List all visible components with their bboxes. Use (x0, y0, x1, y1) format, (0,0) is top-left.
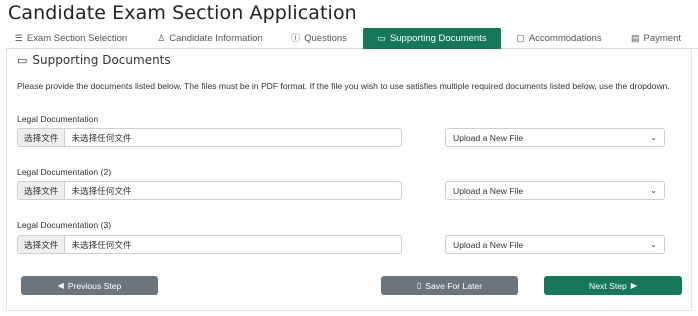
document-source-select[interactable]: Upload a New File ⌄ (445, 181, 665, 200)
question-circle-icon: ⓘ (291, 33, 301, 43)
next-step-label: Next Step (589, 280, 627, 291)
folder-icon: ▭ (377, 33, 386, 43)
select-value: Upload a New File (453, 185, 524, 196)
tab-exam-section-selection[interactable]: ☰ Exam Section Selection (12, 28, 130, 49)
folder-icon: ▭ (17, 53, 28, 67)
page-title: Candidate Exam Section Application (8, 2, 357, 24)
file-status: 未选择任何文件 (71, 239, 132, 250)
chevron-down-icon: ⌄ (650, 133, 657, 142)
choose-file-button[interactable]: 选择文件 (18, 182, 66, 199)
tab-accommodations[interactable]: ▢ Accommodations (511, 28, 607, 49)
select-value: Upload a New File (453, 132, 524, 143)
tab-label: Exam Section Selection (26, 33, 128, 44)
caret-right-icon: ▶ (630, 281, 637, 290)
caret-left-icon: ◀ (57, 281, 64, 290)
section-title: ▭ Supporting Documents (17, 53, 171, 67)
tab-label: Accommodations (528, 33, 602, 44)
tab-questions[interactable]: ⓘ Questions (288, 28, 350, 49)
chevron-down-icon: ⌄ (650, 186, 657, 195)
clipboard-icon: ▢ (516, 33, 525, 43)
select-value: Upload a New File (453, 239, 524, 250)
person-icon: ♙ (157, 33, 166, 43)
tab-payment[interactable]: ▤ Payment (624, 28, 688, 49)
step-tabs: ☰ Exam Section Selection ♙ Candidate Inf… (6, 28, 698, 49)
document-source-select[interactable]: Upload a New File ⌄ (445, 235, 665, 254)
bookmark-icon: ▯ (416, 281, 422, 290)
tab-label: Payment (643, 33, 682, 44)
file-input[interactable]: 选择文件 未选择任何文件 (17, 128, 402, 147)
chevron-down-icon: ⌄ (650, 240, 657, 249)
document-source-select[interactable]: Upload a New File ⌄ (445, 128, 665, 147)
tab-supporting-documents[interactable]: ▭ Supporting Documents (363, 28, 501, 49)
document-label: Legal Documentation (2) (17, 167, 112, 177)
choose-file-button[interactable]: 选择文件 (18, 236, 66, 253)
tab-label: Candidate Information (169, 33, 263, 44)
document-label: Legal Documentation (3) (17, 220, 112, 230)
instructions-text: Please provide the documents listed belo… (17, 81, 670, 91)
choose-file-button[interactable]: 选择文件 (18, 129, 66, 146)
next-step-button[interactable]: Next Step ▶ (544, 276, 682, 295)
file-input[interactable]: 选择文件 未选择任何文件 (17, 235, 402, 254)
document-label: Legal Documentation (17, 114, 99, 124)
tab-candidate-information[interactable]: ♙ Candidate Information (154, 28, 266, 49)
file-status: 未选择任何文件 (71, 132, 132, 143)
supporting-documents-panel: ▭ Supporting Documents Please provide th… (6, 49, 692, 311)
section-title-label: Supporting Documents (32, 53, 171, 67)
save-for-later-label: Save For Later (425, 280, 483, 291)
file-input[interactable]: 选择文件 未选择任何文件 (17, 181, 402, 200)
tab-label: Questions (304, 33, 347, 44)
card-icon: ▤ (630, 33, 640, 43)
save-for-later-button[interactable]: ▯ Save For Later (381, 276, 518, 295)
previous-step-label: Previous Step (67, 280, 122, 291)
previous-step-button[interactable]: ◀ Previous Step (21, 276, 158, 295)
tab-label: Supporting Documents (389, 33, 487, 44)
file-status: 未选择任何文件 (71, 185, 132, 196)
list-icon: ☰ (14, 33, 23, 43)
